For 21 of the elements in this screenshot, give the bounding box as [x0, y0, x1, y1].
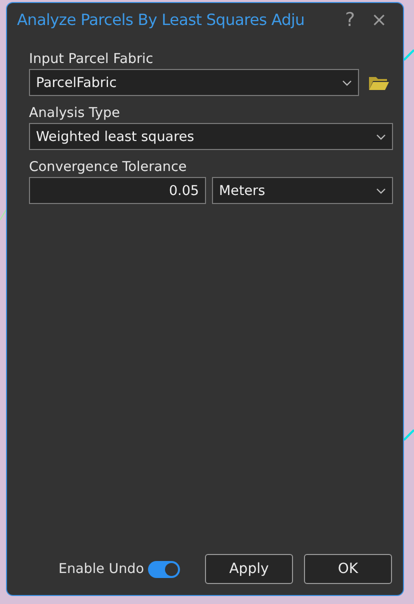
toggle-label: Enable Undo — [58, 561, 144, 577]
chevron-icon — [376, 134, 386, 140]
field-label: Analysis Type — [29, 105, 121, 121]
dropdown[interactable]: Meters — [212, 177, 393, 204]
map-line — [403, 49, 414, 61]
map-line — [403, 429, 414, 441]
toggle-switch[interactable] — [148, 560, 180, 578]
window-title: Analyze Parcels By Least Squares Adju — [17, 11, 306, 29]
map-line — [0, 210, 6, 220]
chevron-icon — [376, 188, 386, 194]
dropdown[interactable]: Weighted least squares — [29, 123, 393, 150]
button[interactable]: Apply — [205, 554, 293, 584]
chevron-icon — [342, 80, 352, 86]
button[interactable]: OK — [304, 554, 392, 584]
field-label: Input Parcel Fabric — [29, 51, 154, 67]
help-button[interactable]: ? — [336, 9, 364, 31]
folder-icon[interactable] — [368, 74, 390, 90]
close-button[interactable]: × — [363, 9, 395, 31]
number-field[interactable]: 0.05 — [29, 177, 206, 204]
field-label: Convergence Tolerance — [29, 159, 188, 175]
dropdown[interactable]: ParcelFabric — [29, 69, 359, 96]
